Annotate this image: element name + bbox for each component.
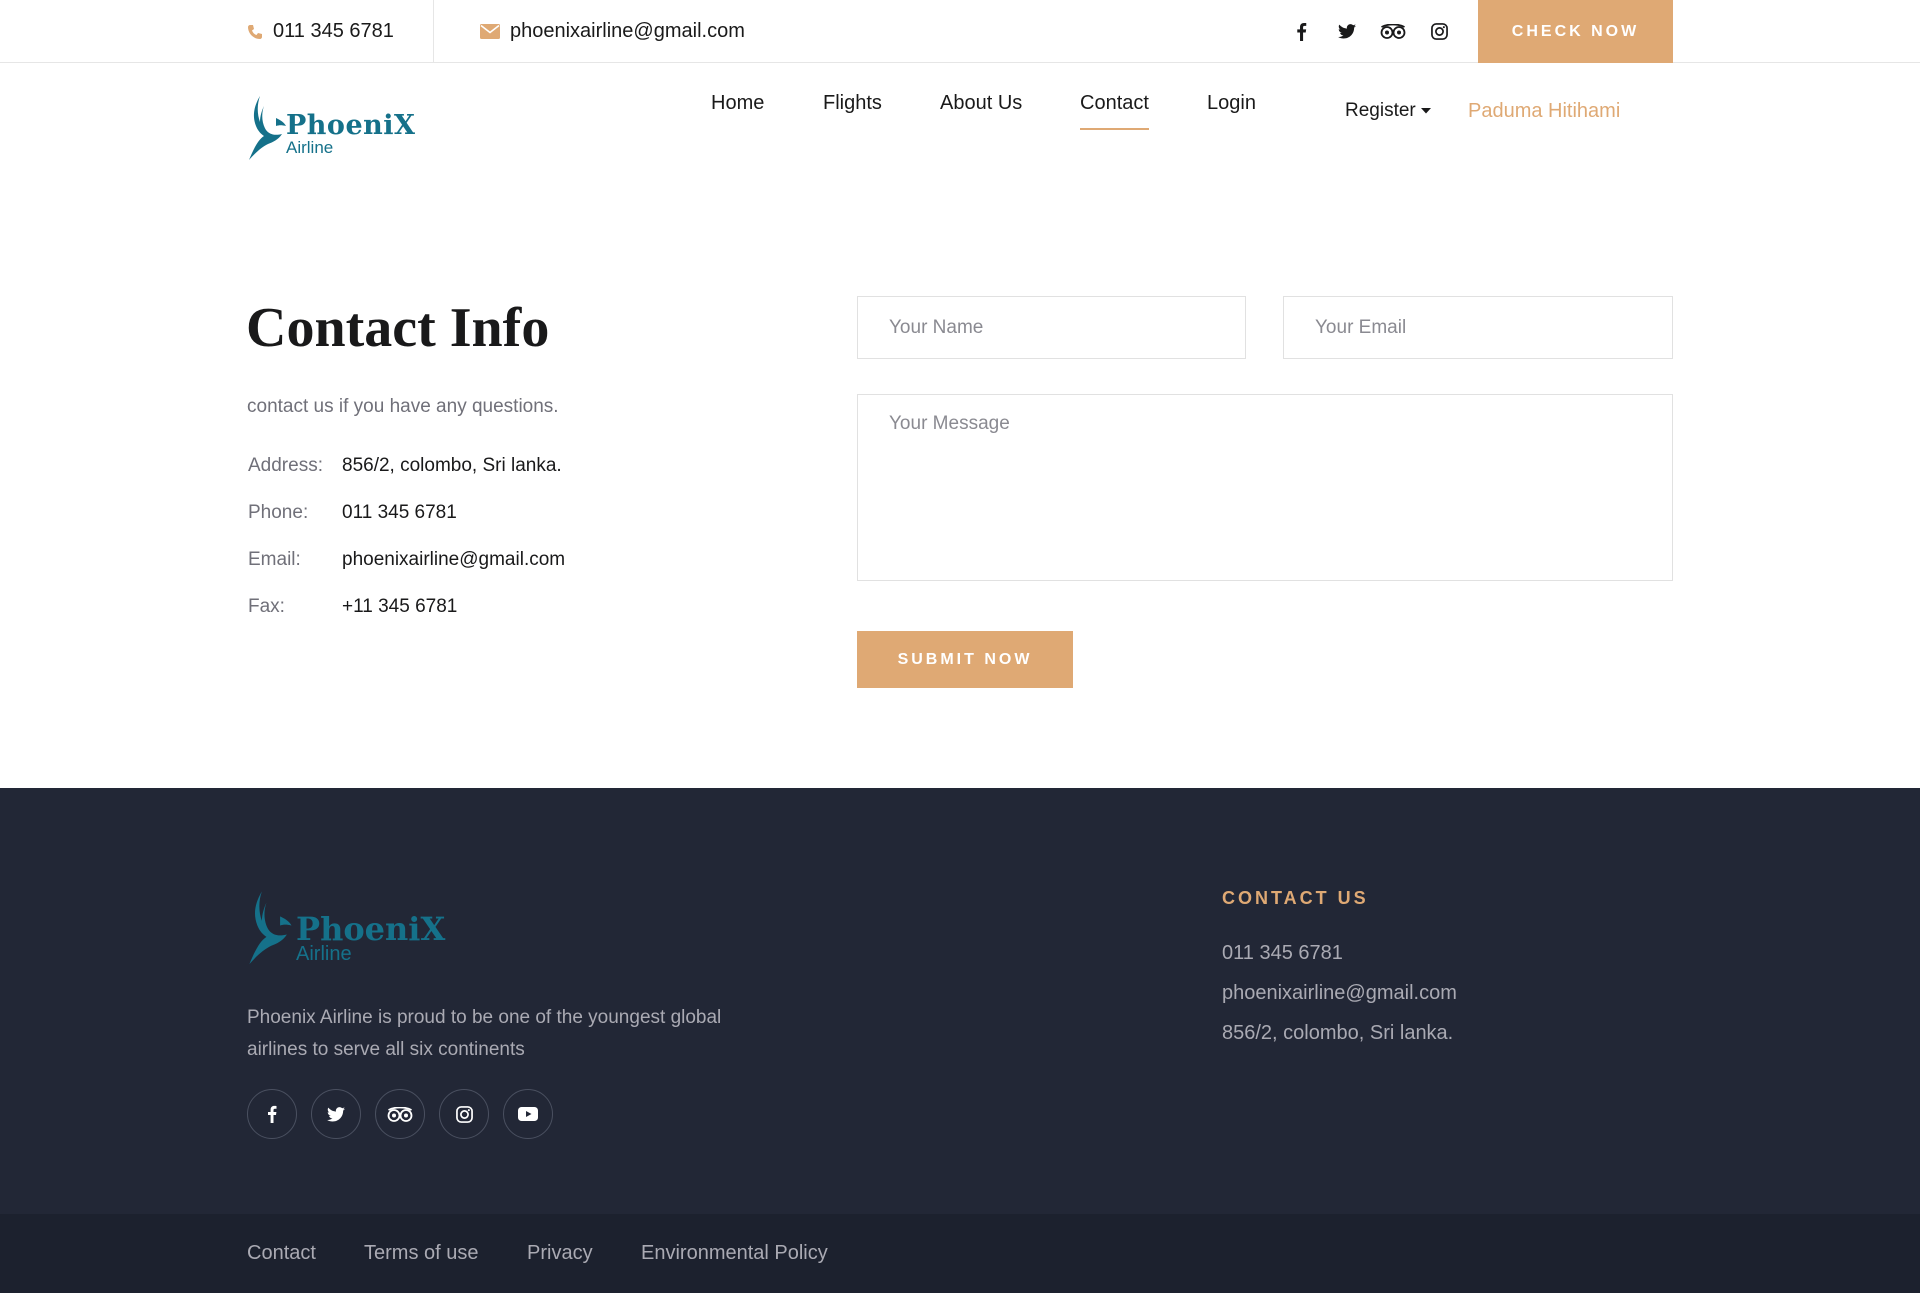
contact-value: phoenixairline@gmail.com xyxy=(342,549,566,570)
caret-down-icon xyxy=(1420,108,1431,114)
contact-label: Phone: xyxy=(248,502,309,523)
top-bar: 011 345 6781 phoenixairline@gmail.com CH… xyxy=(0,0,1920,63)
contact-label: Address: xyxy=(248,455,323,476)
logo-subtitle: Airline xyxy=(286,138,334,157)
topbar-social-links xyxy=(1278,0,1462,63)
email-input[interactable] xyxy=(1283,296,1673,359)
nav-home[interactable]: Home xyxy=(711,92,764,115)
register-dropdown[interactable]: Register xyxy=(1345,100,1432,122)
footer-contact-phone: 011 345 6781 xyxy=(1222,942,1343,964)
footer-link-contact[interactable]: Contact xyxy=(247,1242,316,1265)
footer-link-privacy[interactable]: Privacy xyxy=(527,1242,593,1265)
contact-value: 856/2, colombo, Sri lanka. xyxy=(342,455,562,476)
contact-subtitle: contact us if you have any questions. xyxy=(247,396,559,417)
nav-about-us[interactable]: About Us xyxy=(940,92,1022,115)
footer-logo-subtitle: Airline xyxy=(296,943,352,965)
facebook-icon[interactable] xyxy=(1278,22,1324,41)
footer-about-text: Phoenix Airline is proud to be one of th… xyxy=(247,1007,722,1060)
footer-contact-address: 856/2, colombo, Sri lanka. xyxy=(1222,1022,1454,1044)
topbar-email[interactable]: phoenixairline@gmail.com xyxy=(480,0,745,63)
tripadvisor-icon[interactable] xyxy=(1370,24,1416,39)
footer-contact-email: phoenixairline@gmail.com xyxy=(1222,982,1457,1004)
topbar-phone[interactable]: 011 345 6781 xyxy=(247,0,394,63)
topbar-email-text: phoenixairline@gmail.com xyxy=(510,20,745,42)
topbar-divider xyxy=(433,0,434,63)
check-now-button[interactable]: CHECK NOW xyxy=(1478,0,1673,63)
user-profile-link[interactable]: Paduma Hitihami xyxy=(1468,100,1620,123)
twitter-icon[interactable] xyxy=(1324,24,1370,39)
page-title: Contact Info xyxy=(246,297,550,359)
envelope-icon xyxy=(480,24,500,39)
message-textarea[interactable] xyxy=(857,394,1673,581)
contact-value: 011 345 6781 xyxy=(342,502,457,523)
youtube-icon[interactable] xyxy=(503,1089,553,1139)
name-input[interactable] xyxy=(857,296,1246,359)
logo-wordmark: PhoeniX xyxy=(286,110,416,141)
contact-label: Email: xyxy=(248,549,301,570)
footer-contact-heading: CONTACT US xyxy=(1222,888,1369,908)
contact-value: +11 345 6781 xyxy=(342,596,458,617)
nav-contact[interactable]: Contact xyxy=(1080,92,1149,130)
footer-link-terms[interactable]: Terms of use xyxy=(364,1242,478,1265)
register-label: Register xyxy=(1345,100,1416,121)
nav-flights[interactable]: Flights xyxy=(823,92,882,115)
footer-logo[interactable]: PhoeniX Airline xyxy=(246,886,446,976)
nav-login[interactable]: Login xyxy=(1207,92,1256,115)
phoenix-logo-icon xyxy=(249,96,286,160)
footer-link-environmental-policy[interactable]: Environmental Policy xyxy=(641,1242,828,1265)
instagram-icon[interactable] xyxy=(439,1089,489,1139)
phoenix-logo-icon xyxy=(249,891,292,965)
twitter-icon[interactable] xyxy=(311,1089,361,1139)
tripadvisor-icon[interactable] xyxy=(375,1089,425,1139)
submit-button[interactable]: SUBMIT NOW xyxy=(857,631,1073,688)
phone-icon xyxy=(248,24,262,39)
facebook-icon[interactable] xyxy=(247,1089,297,1139)
instagram-icon[interactable] xyxy=(1416,23,1462,40)
header-logo[interactable]: PhoeniX Airline xyxy=(246,94,415,166)
contact-label: Fax: xyxy=(248,596,285,617)
topbar-phone-text: 011 345 6781 xyxy=(273,20,394,42)
footer xyxy=(0,788,1920,1214)
footer-social-links xyxy=(247,1089,553,1139)
